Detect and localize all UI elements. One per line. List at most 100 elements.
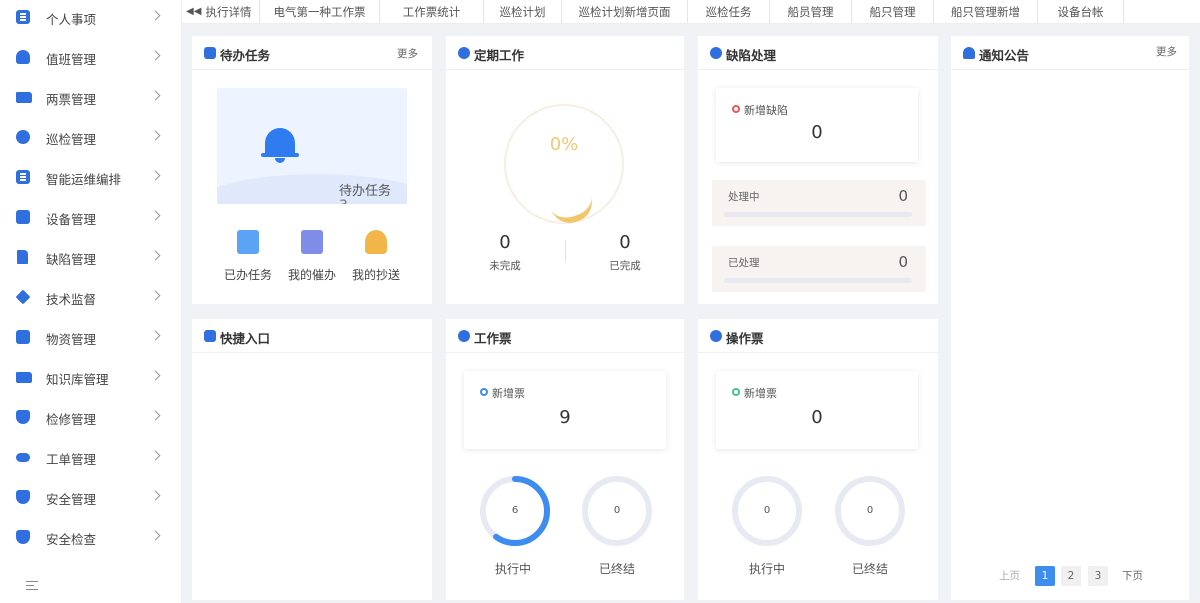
- status-dot-icon: [732, 388, 740, 396]
- tab-ticket-stats[interactable]: 工作票统计: [380, 0, 484, 23]
- chevron-right-icon: [150, 130, 161, 141]
- sidebar-item-defect[interactable]: 缺陷管理: [0, 238, 182, 278]
- page-button-2[interactable]: 2: [1061, 566, 1081, 586]
- tab-patrol-plan[interactable]: 巡检计划: [484, 0, 562, 23]
- tab-patrol-plan-add[interactable]: 巡检计划新增页面: [562, 0, 688, 23]
- workorder-icon: [16, 453, 30, 462]
- processed-value: 0: [898, 253, 908, 271]
- ticket-icon: [458, 330, 470, 342]
- card-header: 工作票: [446, 319, 684, 353]
- card-header: 定期工作: [446, 36, 684, 70]
- new-ticket-label: 新增票: [492, 387, 525, 400]
- repair-icon: [16, 410, 30, 424]
- processing-progress-bar: [724, 212, 912, 217]
- chevron-right-icon: [150, 290, 161, 301]
- sidebar-item-workorder[interactable]: 工单管理: [0, 438, 182, 478]
- tab-exec-detail[interactable]: 执行详情: [198, 0, 260, 23]
- sidebar-item-label: 智能运维编排: [46, 172, 122, 187]
- ended-ring[interactable]: 0: [582, 476, 652, 546]
- sidebar-item-label: 两票管理: [46, 92, 97, 107]
- tab-vessel[interactable]: 船只管理: [852, 0, 934, 23]
- sidebar-item-label: 巡检管理: [46, 132, 97, 147]
- tab-vessel-add[interactable]: 船只管理新增: [934, 0, 1038, 23]
- sidebar-item-label: 技术监督: [46, 292, 97, 307]
- folder-icon: [16, 92, 32, 103]
- materials-icon: [16, 330, 30, 344]
- sidebar-item-materials[interactable]: 物资管理: [0, 318, 182, 358]
- sidebar-item-duty[interactable]: 值班管理: [0, 38, 182, 78]
- card-header: 操作票: [698, 319, 938, 353]
- more-link[interactable]: 更多: [1156, 44, 1177, 59]
- finished-count: 0: [619, 232, 631, 253]
- executing-ring[interactable]: 6: [480, 476, 550, 546]
- card-title: 待办任务: [220, 48, 271, 63]
- processed-box[interactable]: 已处理 0: [712, 246, 926, 292]
- sidebar-item-safety[interactable]: 安全管理: [0, 478, 182, 518]
- new-op-ticket-box[interactable]: 新增票 0: [716, 371, 918, 449]
- sidebar-item-label: 物资管理: [46, 332, 97, 347]
- ended-value: 0: [613, 505, 621, 516]
- done-tasks-shortcut[interactable]: 已办任务: [216, 230, 280, 283]
- page-button-1[interactable]: 1: [1035, 566, 1055, 586]
- finished-label: 已完成: [609, 260, 641, 272]
- device-icon: [16, 210, 30, 224]
- urge-shortcut[interactable]: 我的催办: [280, 230, 344, 283]
- op-ended-value: 0: [866, 505, 874, 516]
- sidebar-item-knowledge[interactable]: 知识库管理: [0, 358, 182, 398]
- next-page-button[interactable]: 下页: [1122, 568, 1143, 583]
- processing-box[interactable]: 处理中 0: [712, 180, 926, 226]
- shield-check-icon: [16, 530, 30, 544]
- unfinished-count: 0: [499, 232, 511, 253]
- shortcut-label: 已办任务: [223, 268, 272, 282]
- tab-patrol-task[interactable]: 巡检任务: [688, 0, 770, 23]
- sidebar-item-tech-supervision[interactable]: 技术监督: [0, 278, 182, 318]
- status-dot-icon: [480, 388, 488, 396]
- new-op-ticket-value: 0: [811, 407, 823, 428]
- sidebar-item-device[interactable]: 设备管理: [0, 198, 182, 238]
- new-defect-label: 新增缺陷: [744, 104, 788, 117]
- sidebar-item-label: 个人事项: [46, 12, 97, 27]
- new-defect-box[interactable]: 新增缺陷 0: [716, 88, 918, 162]
- status-dot-icon: [732, 105, 740, 113]
- notice-card: 通知公告 更多: [951, 36, 1189, 600]
- tab-crew[interactable]: 船员管理: [770, 0, 852, 23]
- chevron-right-icon: [150, 250, 161, 261]
- tab-electrical-ticket[interactable]: 电气第一种工作票: [260, 0, 380, 23]
- new-ticket-box[interactable]: 新增票 9: [464, 371, 666, 449]
- op-ended-label: 已终结: [851, 562, 888, 576]
- op-ended-ring[interactable]: 0: [835, 476, 905, 546]
- sidebar-item-label: 值班管理: [46, 52, 97, 67]
- work-ticket-card: 工作票 新增票 9 6 执行中 0 已终结: [446, 319, 684, 600]
- sidebar-item-tickets[interactable]: 两票管理: [0, 78, 182, 118]
- page-button-3[interactable]: 3: [1088, 566, 1108, 586]
- card-title: 缺陷处理: [726, 48, 777, 63]
- op-executing-value: 0: [763, 505, 771, 516]
- pending-summary-panel[interactable]: 待办任务 3: [217, 88, 407, 204]
- user-send-icon: [365, 230, 387, 254]
- folder-icon: [16, 372, 32, 383]
- sidebar-item-personal[interactable]: 个人事项: [0, 0, 182, 38]
- card-title: 工作票: [474, 331, 512, 346]
- chevron-right-icon: [150, 490, 161, 501]
- sidebar-item-patrol[interactable]: 巡检管理: [0, 118, 182, 158]
- sidebar-item-repair[interactable]: 检修管理: [0, 398, 182, 438]
- sidebar-item-safety-check[interactable]: 安全检查: [0, 518, 182, 558]
- new-op-ticket-label: 新增票: [744, 387, 777, 400]
- sidebar-item-label: 缺陷管理: [46, 252, 97, 267]
- regular-work-card: 定期工作 0% 0 未完成 0 已完成: [446, 36, 684, 304]
- sidebar-item-label: 安全检查: [46, 532, 97, 547]
- op-executing-ring[interactable]: 0: [732, 476, 802, 546]
- clipboard-icon: [301, 230, 323, 254]
- prev-page-button[interactable]: 上页: [999, 568, 1020, 583]
- tab-device-ledger[interactable]: 设备台帐: [1038, 0, 1124, 23]
- calendar-check-icon: [204, 47, 216, 59]
- card-title: 快捷入口: [220, 331, 271, 346]
- done-tasks-icon: [237, 230, 259, 254]
- menu-collapse-icon[interactable]: [26, 581, 38, 591]
- more-link[interactable]: 更多: [397, 46, 418, 61]
- ended-label: 已终结: [598, 562, 635, 576]
- cc-shortcut[interactable]: 我的抄送: [344, 230, 408, 283]
- card-header: 通知公告 更多: [951, 36, 1189, 70]
- pending-label: 待办任务: [339, 184, 392, 199]
- sidebar-item-smart-ops[interactable]: 智能运维编排: [0, 158, 182, 198]
